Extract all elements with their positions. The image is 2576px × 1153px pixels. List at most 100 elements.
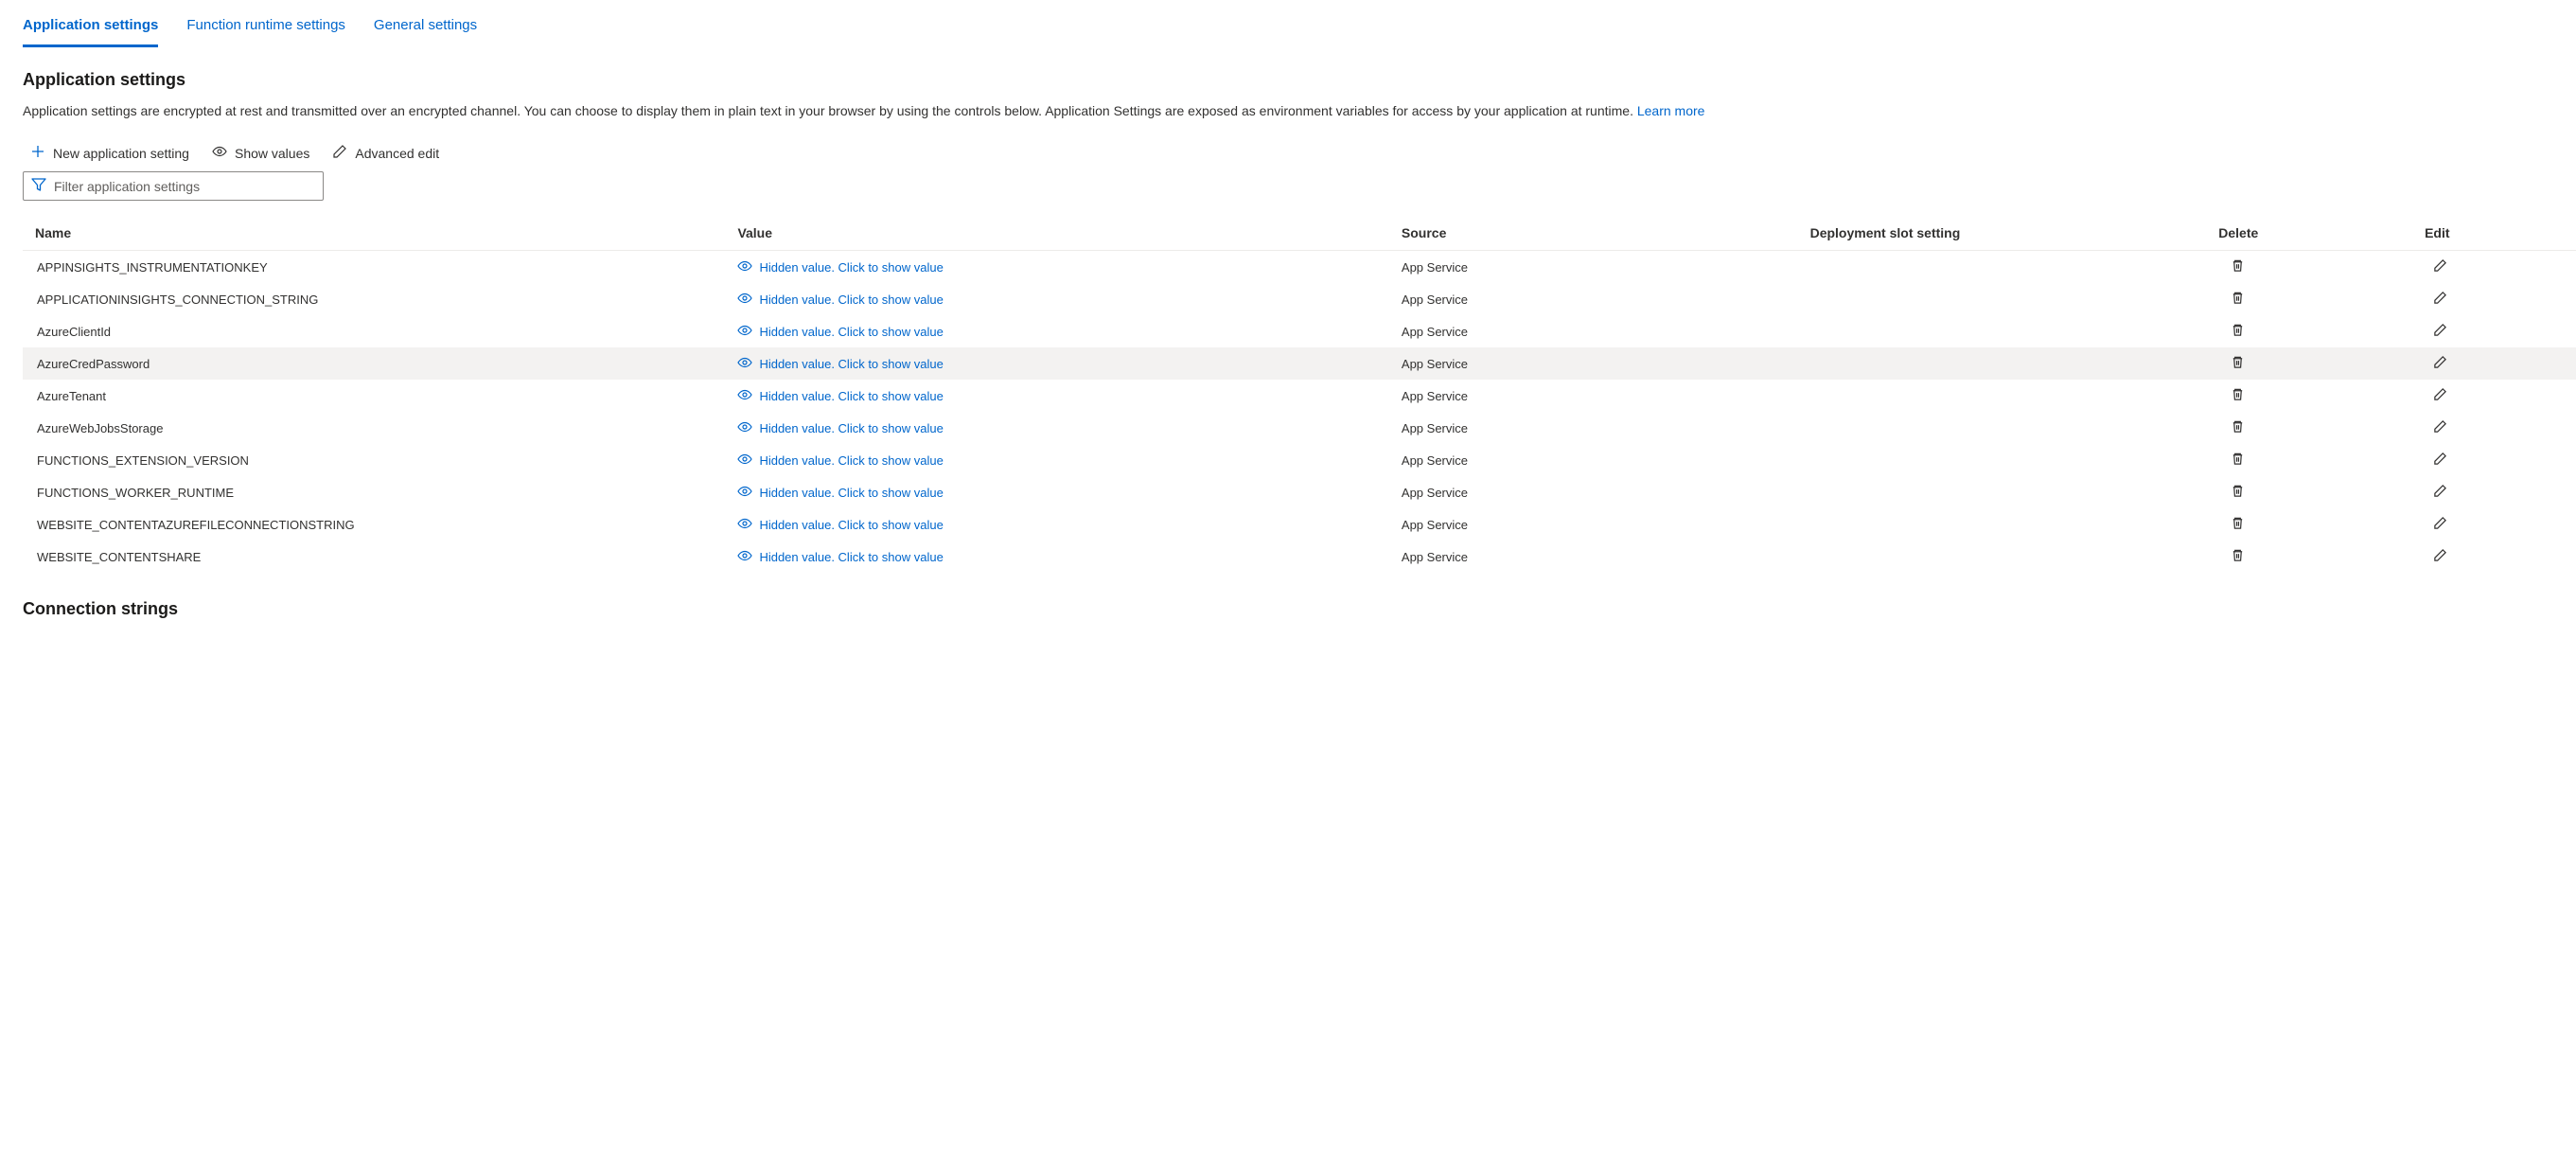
setting-name[interactable]: WEBSITE_CONTENTSHARE	[23, 550, 737, 564]
delete-button[interactable]	[2231, 548, 2245, 565]
setting-source: App Service	[1402, 293, 1810, 307]
header-edit: Edit	[2423, 225, 2576, 240]
setting-source: App Service	[1402, 421, 1810, 435]
setting-name[interactable]: FUNCTIONS_WORKER_RUNTIME	[23, 486, 737, 500]
pencil-icon	[2433, 323, 2447, 340]
tab-general-settings[interactable]: General settings	[374, 17, 477, 47]
advanced-edit-label: Advanced edit	[355, 146, 439, 161]
new-application-setting-label: New application setting	[53, 146, 189, 161]
hidden-value-text: Hidden value. Click to show value	[759, 389, 943, 403]
trash-icon	[2231, 258, 2245, 275]
trash-icon	[2231, 419, 2245, 436]
eye-icon	[737, 325, 752, 339]
hidden-value-link[interactable]: Hidden value. Click to show value	[737, 357, 943, 371]
eye-icon	[737, 518, 752, 532]
learn-more-link[interactable]: Learn more	[1637, 103, 1705, 118]
show-values-button[interactable]: Show values	[212, 144, 309, 162]
hidden-value-link[interactable]: Hidden value. Click to show value	[737, 389, 943, 403]
delete-button[interactable]	[2231, 291, 2245, 308]
tab-application-settings[interactable]: Application settings	[23, 17, 158, 47]
delete-button[interactable]	[2231, 258, 2245, 275]
header-source[interactable]: Source	[1402, 225, 1810, 240]
table-row: AzureTenant Hidden value. Click to show v…	[23, 380, 2576, 412]
hidden-value-text: Hidden value. Click to show value	[759, 421, 943, 435]
eye-icon	[737, 293, 752, 307]
hidden-value-text: Hidden value. Click to show value	[759, 486, 943, 500]
hidden-value-link[interactable]: Hidden value. Click to show value	[737, 293, 943, 307]
filter-input-container[interactable]	[23, 171, 324, 201]
tab-function-runtime-settings[interactable]: Function runtime settings	[186, 17, 345, 47]
delete-button[interactable]	[2231, 323, 2245, 340]
edit-button[interactable]	[2433, 387, 2447, 404]
setting-source: App Service	[1402, 389, 1810, 403]
setting-name[interactable]: WEBSITE_CONTENTAZUREFILECONNECTIONSTRING	[23, 518, 737, 532]
setting-source: App Service	[1402, 357, 1810, 371]
setting-name[interactable]: FUNCTIONS_EXTENSION_VERSION	[23, 453, 737, 468]
advanced-edit-button[interactable]: Advanced edit	[332, 144, 439, 162]
filter-application-settings-input[interactable]	[54, 179, 315, 194]
edit-button[interactable]	[2433, 419, 2447, 436]
hidden-value-link[interactable]: Hidden value. Click to show value	[737, 518, 943, 532]
show-values-label: Show values	[235, 146, 309, 161]
header-deployment-slot[interactable]: Deployment slot setting	[1810, 225, 2219, 240]
hidden-value-link[interactable]: Hidden value. Click to show value	[737, 260, 943, 275]
edit-button[interactable]	[2433, 323, 2447, 340]
trash-icon	[2231, 484, 2245, 501]
eye-icon	[737, 486, 752, 500]
pencil-icon	[332, 144, 347, 162]
hidden-value-text: Hidden value. Click to show value	[759, 550, 943, 564]
hidden-value-text: Hidden value. Click to show value	[759, 293, 943, 307]
trash-icon	[2231, 355, 2245, 372]
delete-button[interactable]	[2231, 484, 2245, 501]
header-value[interactable]: Value	[737, 225, 1401, 240]
eye-icon	[737, 550, 752, 564]
setting-source: App Service	[1402, 518, 1810, 532]
edit-button[interactable]	[2433, 355, 2447, 372]
setting-source: App Service	[1402, 550, 1810, 564]
edit-button[interactable]	[2433, 291, 2447, 308]
delete-button[interactable]	[2231, 419, 2245, 436]
delete-button[interactable]	[2231, 387, 2245, 404]
hidden-value-text: Hidden value. Click to show value	[759, 357, 943, 371]
setting-name[interactable]: AzureClientId	[23, 325, 737, 339]
hidden-value-text: Hidden value. Click to show value	[759, 260, 943, 275]
pencil-icon	[2433, 452, 2447, 469]
pencil-icon	[2433, 516, 2447, 533]
delete-button[interactable]	[2231, 452, 2245, 469]
setting-name[interactable]: AzureTenant	[23, 389, 737, 403]
tabs-bar: Application settings Function runtime se…	[0, 0, 2576, 47]
edit-button[interactable]	[2433, 484, 2447, 501]
new-application-setting-button[interactable]: New application setting	[30, 144, 189, 162]
hidden-value-link[interactable]: Hidden value. Click to show value	[737, 550, 943, 564]
setting-name[interactable]: APPINSIGHTS_INSTRUMENTATIONKEY	[23, 260, 737, 275]
filter-icon	[31, 177, 54, 195]
hidden-value-link[interactable]: Hidden value. Click to show value	[737, 486, 943, 500]
edit-button[interactable]	[2433, 452, 2447, 469]
setting-name[interactable]: APPLICATIONINSIGHTS_CONNECTION_STRING	[23, 293, 737, 307]
hidden-value-link[interactable]: Hidden value. Click to show value	[737, 421, 943, 435]
hidden-value-link[interactable]: Hidden value. Click to show value	[737, 325, 943, 339]
table-row: AzureCredPassword Hidden value. Click to …	[23, 347, 2576, 380]
delete-button[interactable]	[2231, 355, 2245, 372]
setting-name[interactable]: AzureWebJobsStorage	[23, 421, 737, 435]
setting-name[interactable]: AzureCredPassword	[23, 357, 737, 371]
table-row: WEBSITE_CONTENTAZUREFILECONNECTIONSTRING…	[23, 508, 2576, 541]
edit-button[interactable]	[2433, 258, 2447, 275]
hidden-value-text: Hidden value. Click to show value	[759, 325, 943, 339]
table-body: APPINSIGHTS_INSTRUMENTATIONKEY Hidden val…	[23, 251, 2576, 573]
eye-icon	[737, 453, 752, 468]
header-name[interactable]: Name	[23, 225, 737, 240]
table-row: FUNCTIONS_WORKER_RUNTIME Hidden value. Cl…	[23, 476, 2576, 508]
pencil-icon	[2433, 258, 2447, 275]
table-row: AzureClientId Hidden value. Click to show…	[23, 315, 2576, 347]
pencil-icon	[2433, 484, 2447, 501]
edit-button[interactable]	[2433, 548, 2447, 565]
pencil-icon	[2433, 355, 2447, 372]
hidden-value-text: Hidden value. Click to show value	[759, 518, 943, 532]
toolbar: New application setting Show values Adva…	[0, 121, 2576, 171]
section-description: Application settings are encrypted at re…	[0, 101, 2576, 121]
hidden-value-link[interactable]: Hidden value. Click to show value	[737, 453, 943, 468]
table-header: Name Value Source Deployment slot settin…	[23, 212, 2576, 251]
edit-button[interactable]	[2433, 516, 2447, 533]
delete-button[interactable]	[2231, 516, 2245, 533]
